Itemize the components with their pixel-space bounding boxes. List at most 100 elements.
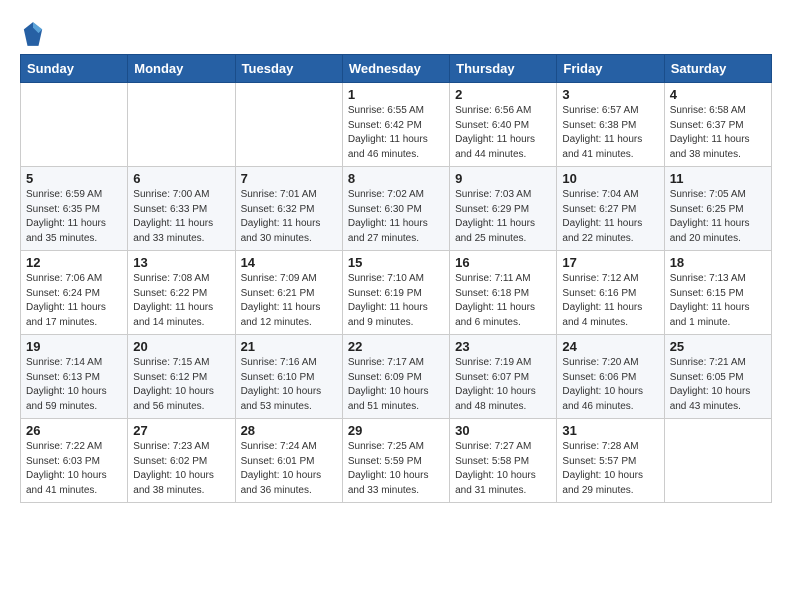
col-friday: Friday bbox=[557, 55, 664, 83]
day-info: Sunrise: 7:28 AM Sunset: 5:57 PM Dayligh… bbox=[562, 440, 658, 498]
logo bbox=[20, 20, 46, 48]
day-number: 5 bbox=[26, 171, 122, 186]
table-cell: 30Sunrise: 7:27 AM Sunset: 5:58 PM Dayli… bbox=[450, 419, 557, 503]
day-number: 12 bbox=[26, 255, 122, 270]
page: Sunday Monday Tuesday Wednesday Thursday… bbox=[0, 0, 792, 513]
day-number: 30 bbox=[455, 423, 551, 438]
table-cell: 27 Sunrise: 7:23 AM Sunset: 6:02 PM Dayli… bbox=[128, 419, 235, 503]
day-info: Sunrise: 7:20 AM Sunset: 6:06 PM Dayligh… bbox=[562, 356, 658, 414]
day-number: 4 bbox=[670, 87, 766, 102]
day-number: 18 bbox=[670, 255, 766, 270]
day-number: 14 bbox=[241, 255, 337, 270]
table-cell: 21 Sunrise: 7:16 AM Sunset: 6:10 PM Dayli… bbox=[235, 335, 342, 419]
day-info: Sunrise: 7:06 AM Sunset: 6:24 PM Dayligh… bbox=[26, 272, 122, 330]
day-number: 28 bbox=[241, 423, 337, 438]
day-info: Sunrise: 7:01 AM Sunset: 6:32 PM Dayligh… bbox=[241, 188, 337, 246]
table-cell: 7 Sunrise: 7:01 AM Sunset: 6:32 PM Daylig… bbox=[235, 167, 342, 251]
week-row-3: 19 Sunrise: 7:14 AM Sunset: 6:13 PM Dayli… bbox=[21, 335, 772, 419]
day-number: 27 bbox=[133, 423, 229, 438]
day-info: Sunrise: 7:04 AM Sunset: 6:27 PM Dayligh… bbox=[562, 188, 658, 246]
day-info: Sunrise: 6:58 AM Sunset: 6:37 PM Dayligh… bbox=[670, 104, 766, 162]
col-sunday: Sunday bbox=[21, 55, 128, 83]
week-row-4: 26Sunrise: 7:22 AM Sunset: 6:03 PM Dayli… bbox=[21, 419, 772, 503]
table-cell: 2 Sunrise: 6:56 AM Sunset: 6:40 PM Daylig… bbox=[450, 83, 557, 167]
table-cell: 10 Sunrise: 7:04 AM Sunset: 6:27 PM Dayli… bbox=[557, 167, 664, 251]
day-info: Sunrise: 6:59 AM Sunset: 6:35 PM Dayligh… bbox=[26, 188, 122, 246]
table-cell: 28 Sunrise: 7:24 AM Sunset: 6:01 PM Dayli… bbox=[235, 419, 342, 503]
table-cell: 23Sunrise: 7:19 AM Sunset: 6:07 PM Dayli… bbox=[450, 335, 557, 419]
day-info: Sunrise: 7:05 AM Sunset: 6:25 PM Dayligh… bbox=[670, 188, 766, 246]
day-number: 2 bbox=[455, 87, 551, 102]
day-info: Sunrise: 7:24 AM Sunset: 6:01 PM Dayligh… bbox=[241, 440, 337, 498]
week-row-0: 1 Sunrise: 6:55 AM Sunset: 6:42 PM Daylig… bbox=[21, 83, 772, 167]
col-monday: Monday bbox=[128, 55, 235, 83]
day-number: 7 bbox=[241, 171, 337, 186]
table-cell: 11 Sunrise: 7:05 AM Sunset: 6:25 PM Dayli… bbox=[664, 167, 771, 251]
day-info: Sunrise: 7:22 AM Sunset: 6:03 PM Dayligh… bbox=[26, 440, 122, 498]
table-cell: 5 Sunrise: 6:59 AM Sunset: 6:35 PM Daylig… bbox=[21, 167, 128, 251]
table-cell: 31 Sunrise: 7:28 AM Sunset: 5:57 PM Dayli… bbox=[557, 419, 664, 503]
day-info: Sunrise: 7:16 AM Sunset: 6:10 PM Dayligh… bbox=[241, 356, 337, 414]
col-wednesday: Wednesday bbox=[342, 55, 449, 83]
day-info: Sunrise: 7:14 AM Sunset: 6:13 PM Dayligh… bbox=[26, 356, 122, 414]
day-number: 8 bbox=[348, 171, 444, 186]
table-cell bbox=[128, 83, 235, 167]
day-number: 25 bbox=[670, 339, 766, 354]
table-cell bbox=[664, 419, 771, 503]
day-info: Sunrise: 7:19 AM Sunset: 6:07 PM Dayligh… bbox=[455, 356, 551, 414]
calendar-header-row: Sunday Monday Tuesday Wednesday Thursday… bbox=[21, 55, 772, 83]
day-number: 15 bbox=[348, 255, 444, 270]
day-number: 17 bbox=[562, 255, 658, 270]
table-cell: 29 Sunrise: 7:25 AM Sunset: 5:59 PM Dayli… bbox=[342, 419, 449, 503]
day-info: Sunrise: 7:02 AM Sunset: 6:30 PM Dayligh… bbox=[348, 188, 444, 246]
table-cell: 16Sunrise: 7:11 AM Sunset: 6:18 PM Dayli… bbox=[450, 251, 557, 335]
table-cell: 19 Sunrise: 7:14 AM Sunset: 6:13 PM Dayli… bbox=[21, 335, 128, 419]
day-number: 31 bbox=[562, 423, 658, 438]
table-cell bbox=[21, 83, 128, 167]
table-cell: 24 Sunrise: 7:20 AM Sunset: 6:06 PM Dayli… bbox=[557, 335, 664, 419]
table-cell bbox=[235, 83, 342, 167]
day-number: 1 bbox=[348, 87, 444, 102]
table-cell: 17 Sunrise: 7:12 AM Sunset: 6:16 PM Dayli… bbox=[557, 251, 664, 335]
table-cell: 20Sunrise: 7:15 AM Sunset: 6:12 PM Dayli… bbox=[128, 335, 235, 419]
day-info: Sunrise: 7:09 AM Sunset: 6:21 PM Dayligh… bbox=[241, 272, 337, 330]
day-info: Sunrise: 7:12 AM Sunset: 6:16 PM Dayligh… bbox=[562, 272, 658, 330]
day-info: Sunrise: 6:56 AM Sunset: 6:40 PM Dayligh… bbox=[455, 104, 551, 162]
day-info: Sunrise: 6:55 AM Sunset: 6:42 PM Dayligh… bbox=[348, 104, 444, 162]
day-info: Sunrise: 7:03 AM Sunset: 6:29 PM Dayligh… bbox=[455, 188, 551, 246]
day-number: 6 bbox=[133, 171, 229, 186]
day-number: 13 bbox=[133, 255, 229, 270]
day-info: Sunrise: 7:00 AM Sunset: 6:33 PM Dayligh… bbox=[133, 188, 229, 246]
table-cell: 26Sunrise: 7:22 AM Sunset: 6:03 PM Dayli… bbox=[21, 419, 128, 503]
day-number: 11 bbox=[670, 171, 766, 186]
day-info: Sunrise: 7:21 AM Sunset: 6:05 PM Dayligh… bbox=[670, 356, 766, 414]
day-info: Sunrise: 7:23 AM Sunset: 6:02 PM Dayligh… bbox=[133, 440, 229, 498]
day-number: 9 bbox=[455, 171, 551, 186]
header bbox=[20, 20, 772, 48]
col-saturday: Saturday bbox=[664, 55, 771, 83]
col-thursday: Thursday bbox=[450, 55, 557, 83]
table-cell: 4 Sunrise: 6:58 AM Sunset: 6:37 PM Daylig… bbox=[664, 83, 771, 167]
table-cell: 14 Sunrise: 7:09 AM Sunset: 6:21 PM Dayli… bbox=[235, 251, 342, 335]
table-cell: 12 Sunrise: 7:06 AM Sunset: 6:24 PM Dayli… bbox=[21, 251, 128, 335]
table-cell: 15 Sunrise: 7:10 AM Sunset: 6:19 PM Dayli… bbox=[342, 251, 449, 335]
table-cell: 6 Sunrise: 7:00 AM Sunset: 6:33 PM Daylig… bbox=[128, 167, 235, 251]
day-number: 29 bbox=[348, 423, 444, 438]
day-number: 10 bbox=[562, 171, 658, 186]
day-number: 19 bbox=[26, 339, 122, 354]
day-info: Sunrise: 7:08 AM Sunset: 6:22 PM Dayligh… bbox=[133, 272, 229, 330]
table-cell: 9 Sunrise: 7:03 AM Sunset: 6:29 PM Daylig… bbox=[450, 167, 557, 251]
day-info: Sunrise: 7:25 AM Sunset: 5:59 PM Dayligh… bbox=[348, 440, 444, 498]
day-number: 20 bbox=[133, 339, 229, 354]
day-number: 24 bbox=[562, 339, 658, 354]
week-row-1: 5 Sunrise: 6:59 AM Sunset: 6:35 PM Daylig… bbox=[21, 167, 772, 251]
day-number: 21 bbox=[241, 339, 337, 354]
day-info: Sunrise: 7:13 AM Sunset: 6:15 PM Dayligh… bbox=[670, 272, 766, 330]
table-cell: 18 Sunrise: 7:13 AM Sunset: 6:15 PM Dayli… bbox=[664, 251, 771, 335]
table-cell: 13 Sunrise: 7:08 AM Sunset: 6:22 PM Dayli… bbox=[128, 251, 235, 335]
table-cell: 3Sunrise: 6:57 AM Sunset: 6:38 PM Daylig… bbox=[557, 83, 664, 167]
table-cell: 22Sunrise: 7:17 AM Sunset: 6:09 PM Dayli… bbox=[342, 335, 449, 419]
week-row-2: 12 Sunrise: 7:06 AM Sunset: 6:24 PM Dayli… bbox=[21, 251, 772, 335]
day-info: Sunrise: 7:10 AM Sunset: 6:19 PM Dayligh… bbox=[348, 272, 444, 330]
day-info: Sunrise: 6:57 AM Sunset: 6:38 PM Dayligh… bbox=[562, 104, 658, 162]
